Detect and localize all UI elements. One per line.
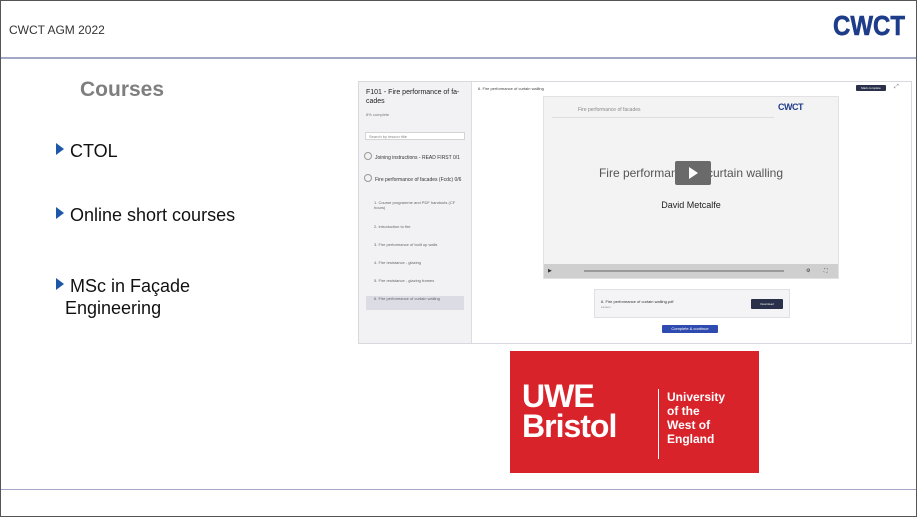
lesson-item[interactable]: 1. Course programme and PDF handouts (CF… [374, 200, 464, 210]
play-icon[interactable] [675, 161, 711, 185]
lesson-breadcrumb: 6. Fire performance of curtain walling [478, 86, 544, 91]
download-card-title: 6. Fire performance of curtain walling.p… [601, 299, 674, 304]
uwe-logo-divider [658, 389, 659, 459]
header-divider [1, 57, 916, 59]
download-card: 6. Fire performance of curtain walling.p… [594, 289, 790, 318]
bullet-item: MSc in Façade Engineering [56, 275, 336, 319]
uwe-logo-subtitle: University of the West of England [667, 390, 726, 446]
lesson-item[interactable]: 3. Fire performance of built up walls [374, 242, 464, 247]
cwct-logo: CWCT [832, 10, 906, 42]
bullet-arrow-icon [56, 143, 64, 155]
lesson-item-active[interactable]: 6. Fire performance of curtain walling [366, 296, 464, 310]
lesson-item[interactable]: 4. Fire resistance - glazing [374, 260, 464, 265]
footer-divider [1, 489, 916, 490]
video-header-text: Fire performance of facades [578, 107, 641, 113]
header-bar: CWCT AGM 2022 CWCT [1, 1, 916, 57]
slide-heading: Courses [80, 78, 165, 101]
header-title: CWCT AGM 2022 [9, 23, 105, 37]
uwe-logo-wordmark: UWE Bristol [522, 378, 617, 444]
course-progress-text: 8% complete [366, 112, 390, 117]
download-button[interactable]: Download [751, 299, 783, 309]
uwe-bristol-logo: UWE Bristol University of the West of En… [510, 351, 759, 473]
slide: CWCT AGM 2022 CWCT Courses CTOL Online s… [0, 0, 917, 517]
lesson-search-input[interactable]: Search by lesson title [365, 132, 465, 140]
settings-icon[interactable]: ⚙ [806, 268, 810, 274]
course-sidebar: F101 - Fire performance of fa-cades 8% c… [359, 82, 472, 343]
course-title: F101 - Fire performance of fa-cades [366, 89, 460, 105]
mark-complete-button[interactable]: Mark complete [856, 85, 886, 91]
lesson-item[interactable]: 2. Introduction to fire [374, 224, 464, 229]
section-item[interactable]: Joining instructions - READ FIRST 0/1 [364, 152, 466, 162]
svg-text:CWCT: CWCT [833, 10, 905, 40]
bullet-item: Online short courses [56, 204, 336, 226]
bullet-text-continuation: Engineering [65, 298, 162, 318]
bullet-item: CTOL [56, 140, 336, 162]
bullet-text: MSc in Façade [70, 276, 191, 296]
video-logo: CWCT [778, 102, 804, 112]
bullet-text: CTOL [70, 141, 118, 161]
course-main: 6. Fire performance of curtain walling M… [472, 82, 911, 343]
progress-track[interactable] [584, 270, 784, 272]
video-player[interactable]: Fire performance of facades CWCT Fire pe… [543, 96, 839, 279]
course-screenshot: F101 - Fire performance of fa-cades 8% c… [358, 81, 912, 344]
bullet-arrow-icon [56, 278, 64, 290]
bullet-text: Online short courses [70, 205, 236, 225]
expand-icon[interactable]: ⤢ [894, 84, 899, 91]
lesson-item[interactable]: 5. Fire resistance - glazing frames [374, 278, 464, 283]
status-circle-icon [364, 174, 372, 182]
status-circle-icon [364, 152, 372, 160]
bullet-arrow-icon [56, 207, 64, 219]
section-item[interactable]: Fire performance of facades (Fcdc) 0/6 [364, 174, 466, 184]
video-controls[interactable]: ▶ ⚙ ⛶ [544, 264, 838, 278]
fullscreen-icon[interactable]: ⛶ [824, 268, 828, 274]
video-author: David Metcalfe [661, 200, 721, 210]
play-control-icon[interactable]: ▶ [548, 268, 552, 274]
download-card-subtitle: Lesson [601, 305, 611, 309]
complete-continue-button[interactable]: Complete & continue [662, 325, 718, 333]
